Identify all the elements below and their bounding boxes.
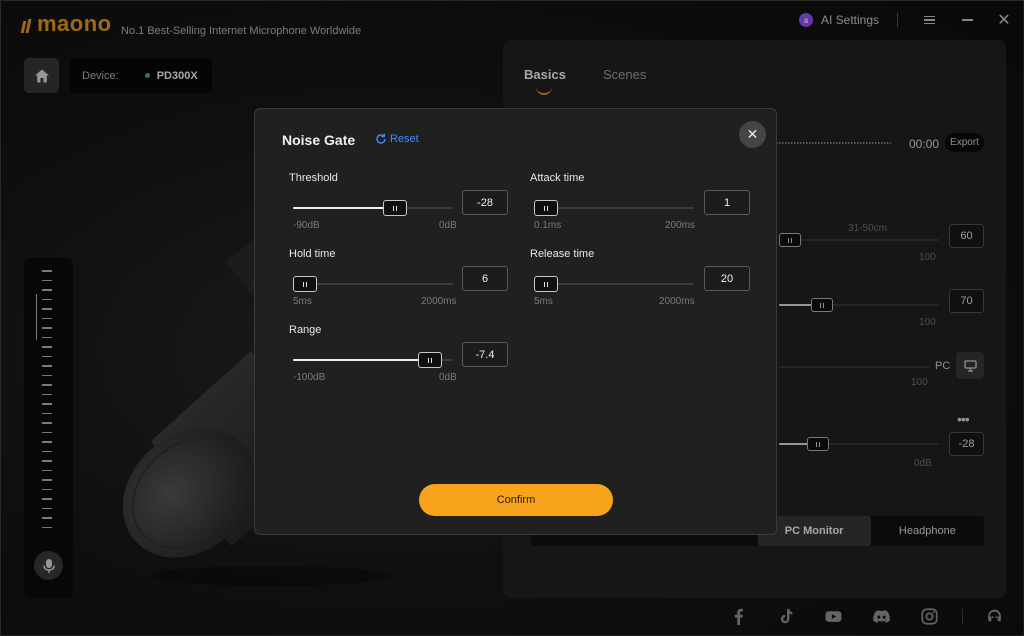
hold-time-max: 2000ms bbox=[421, 296, 457, 307]
release-time-handle[interactable] bbox=[534, 276, 558, 292]
threshold-label: Threshold bbox=[289, 172, 338, 184]
threshold-input[interactable]: -28 bbox=[462, 190, 508, 215]
reset-button[interactable]: Reset bbox=[375, 133, 419, 145]
noise-gate-dialog: Noise Gate Reset ✕ Threshold -90dB 0dB -… bbox=[254, 108, 777, 535]
release-time-slider[interactable] bbox=[534, 276, 694, 292]
attack-time-min: 0.1ms bbox=[534, 220, 562, 231]
refresh-icon bbox=[376, 133, 386, 144]
range-label: Range bbox=[289, 324, 322, 336]
app-window: maono No.1 Best-Selling Internet Microph… bbox=[0, 0, 1024, 636]
threshold-handle[interactable] bbox=[382, 200, 407, 216]
range-max: 0dB bbox=[439, 372, 457, 383]
range-min: -100dB bbox=[293, 372, 326, 383]
attack-time-input[interactable]: 1 bbox=[704, 190, 750, 215]
range-fill bbox=[293, 359, 431, 361]
reset-label: Reset bbox=[390, 133, 419, 145]
dialog-title: Noise Gate bbox=[282, 132, 356, 148]
hold-time-handle[interactable] bbox=[293, 276, 317, 292]
hold-time-input[interactable]: 6 bbox=[462, 266, 508, 291]
threshold-fill bbox=[293, 207, 395, 209]
threshold-min: -90dB bbox=[293, 220, 320, 231]
threshold-slider[interactable] bbox=[293, 200, 453, 216]
release-time-label: Release time bbox=[530, 248, 595, 260]
range-input[interactable]: -7.4 bbox=[462, 342, 508, 367]
range-handle[interactable] bbox=[418, 352, 443, 368]
threshold-max: 0dB bbox=[439, 220, 457, 231]
confirm-button[interactable]: Confirm bbox=[419, 484, 613, 516]
attack-time-slider[interactable] bbox=[534, 200, 694, 216]
release-time-input[interactable]: 20 bbox=[704, 266, 750, 291]
hold-time-min: 5ms bbox=[293, 296, 312, 307]
release-time-max: 2000ms bbox=[659, 296, 695, 307]
attack-time-max: 200ms bbox=[665, 220, 696, 231]
dialog-close-icon[interactable]: ✕ bbox=[739, 121, 766, 148]
hold-time-slider[interactable] bbox=[293, 276, 453, 292]
attack-time-handle[interactable] bbox=[534, 200, 558, 216]
release-time-min: 5ms bbox=[534, 296, 553, 307]
hold-time-label: Hold time bbox=[289, 248, 336, 260]
attack-time-label: Attack time bbox=[530, 172, 585, 184]
range-slider[interactable] bbox=[293, 352, 453, 368]
